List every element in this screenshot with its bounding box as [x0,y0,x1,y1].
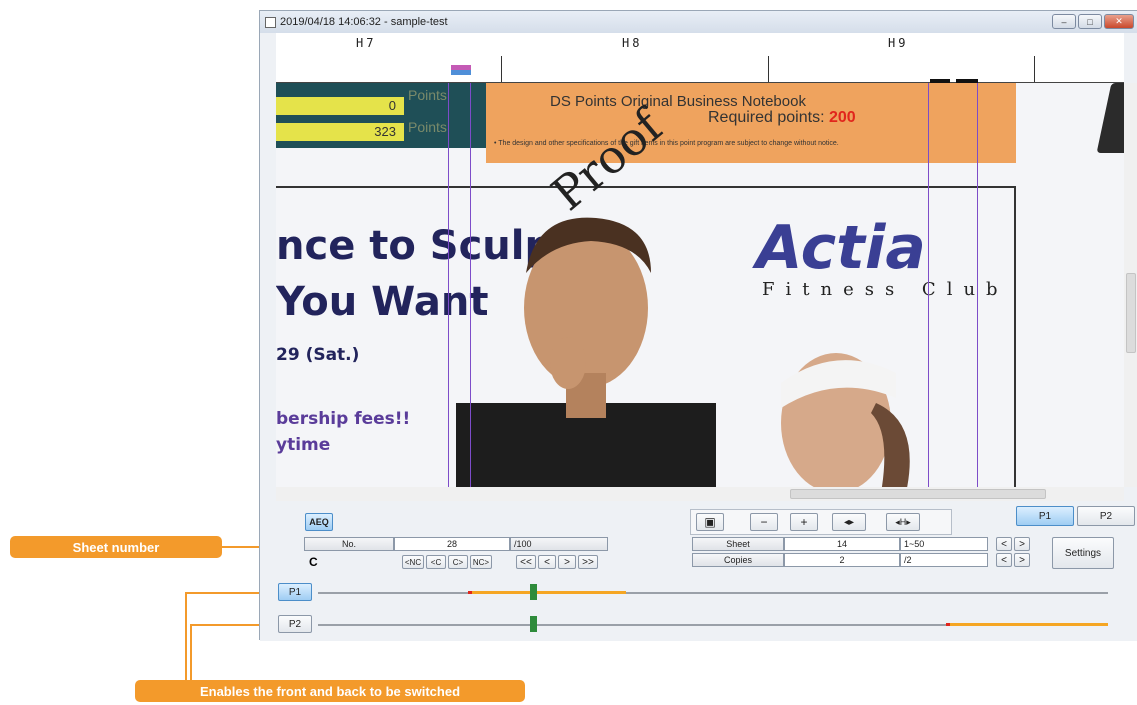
points-value-1: 0 [276,97,404,115]
frame-top-line [276,186,1016,188]
callout-front-back: Enables the front and back to be switche… [135,680,525,702]
sheet-no-total: /100 [510,537,608,551]
callout-front-back-line-v [185,592,187,680]
copies-label: Copies [692,553,784,567]
points-panel: 0 323 Points Points [276,83,486,148]
copies-value[interactable]: 2 [784,553,900,567]
sheet-no-label: No. [304,537,394,551]
first-button[interactable]: << [516,555,536,569]
fees-line: bership fees!! [276,409,411,429]
track-p2-button[interactable]: P2 [278,615,312,633]
sheet-label: Sheet [692,537,784,551]
zoom-fit-button[interactable]: ▣ [696,513,724,531]
ruler-label-h8: H8 [622,36,643,50]
proof-viewport[interactable]: 0 323 Points Points DS Points Original B… [276,83,1124,487]
fit-height-button[interactable]: ◂H▸ [886,513,920,531]
control-panel: AEQ No. 28 /100 C <NC <C C> NC> << < > >… [260,501,1137,641]
aeq-button[interactable]: AEQ [305,513,333,531]
p1-position-marker[interactable] [530,584,537,600]
guide-line [928,83,929,487]
vertical-scrollbar[interactable] [1124,83,1137,487]
page-p2-button[interactable]: P2 [1077,506,1135,526]
anytime-line: ytime [276,435,331,455]
brand-logo: Actia [756,213,926,283]
guide-line [470,83,471,487]
sheet-value[interactable]: 14 [784,537,900,551]
refresh-icon[interactable]: C [309,555,318,569]
woman-photo [781,353,910,487]
prev-button[interactable]: < [538,555,556,569]
notebook-image [1096,83,1124,153]
guide-line [448,83,449,487]
window-title: 2019/04/18 14:06:32 - sample-test [280,16,448,28]
points-label-2: Points [408,119,447,135]
next-nc-button[interactable]: NC> [470,555,492,569]
window-controls: – □ ✕ [1052,14,1134,29]
app-icon [265,16,276,28]
required-points-value: 200 [828,109,856,126]
ruler-tick [1034,56,1035,82]
fit-width-button[interactable]: ◂▸ [832,513,866,531]
copies-step-next[interactable]: > [1014,553,1030,567]
p2-timeline-segment [948,623,1108,626]
zoom-out-button[interactable]: − [750,513,778,531]
points-value-2: 323 [276,123,404,141]
ruler-label-h7: H7 [356,36,377,50]
settings-button[interactable]: Settings [1052,537,1114,569]
p1-timeline-dot [468,591,472,594]
next-c-button[interactable]: C> [448,555,468,569]
zoom-in-button[interactable]: + [790,513,818,531]
guide-line [977,83,978,487]
p1-timeline[interactable] [318,592,1108,594]
app-window: 2019/04/18 14:06:32 - sample-test – □ ✕ … [259,10,1137,641]
ruler-tick [768,56,769,82]
frame-right-line [1014,186,1016,487]
ruler-label-h9: H9 [888,36,909,50]
notebook-title: DS Points Original Business Notebook [550,93,806,110]
callout-front-back-line-v2 [190,624,192,680]
title-bar: 2019/04/18 14:06:32 - sample-test – □ ✕ [260,11,1137,33]
p2-position-marker[interactable] [530,616,537,632]
prev-c-button[interactable]: <C [426,555,446,569]
page-p1-button[interactable]: P1 [1016,506,1074,526]
p1-timeline-segment [470,591,626,594]
prev-nc-button[interactable]: <NC [402,555,424,569]
sheet-range[interactable]: 1~50 [900,537,988,551]
sheet-step-prev[interactable]: < [996,537,1012,551]
callout-sheet-number: Sheet number [10,536,222,558]
last-button[interactable]: >> [578,555,598,569]
notice-text: • The design and other specifications of… [494,140,839,147]
notebook-panel: DS Points Original Business Notebook Req… [486,83,1124,163]
required-points-label: Required points: [708,109,829,126]
man-photo [456,217,716,487]
vertical-scroll-thumb[interactable] [1126,273,1136,353]
horizontal-scroll-thumb[interactable] [790,489,1046,499]
copies-step-prev[interactable]: < [996,553,1012,567]
points-label-1: Points [408,87,447,103]
sheet-step-next[interactable]: > [1014,537,1030,551]
brand-subtitle: Fitness Club [762,279,1009,300]
required-points: Required points: 200 [708,109,856,127]
copies-total: /2 [900,553,988,567]
close-button[interactable]: ✕ [1104,14,1134,29]
next-button[interactable]: > [558,555,576,569]
track-p1-button[interactable]: P1 [278,583,312,601]
horizontal-scrollbar[interactable] [276,487,1124,501]
column-ruler: H7 H8 H9 [276,33,1124,83]
ruler-tick [501,56,502,82]
date-line: 29 (Sat.) [276,345,360,365]
p2-timeline-dot [946,623,950,626]
ruler-mark-blue [451,70,471,75]
maximize-button[interactable]: □ [1078,14,1102,29]
sheet-no-value[interactable]: 28 [394,537,510,551]
minimize-button[interactable]: – [1052,14,1076,29]
